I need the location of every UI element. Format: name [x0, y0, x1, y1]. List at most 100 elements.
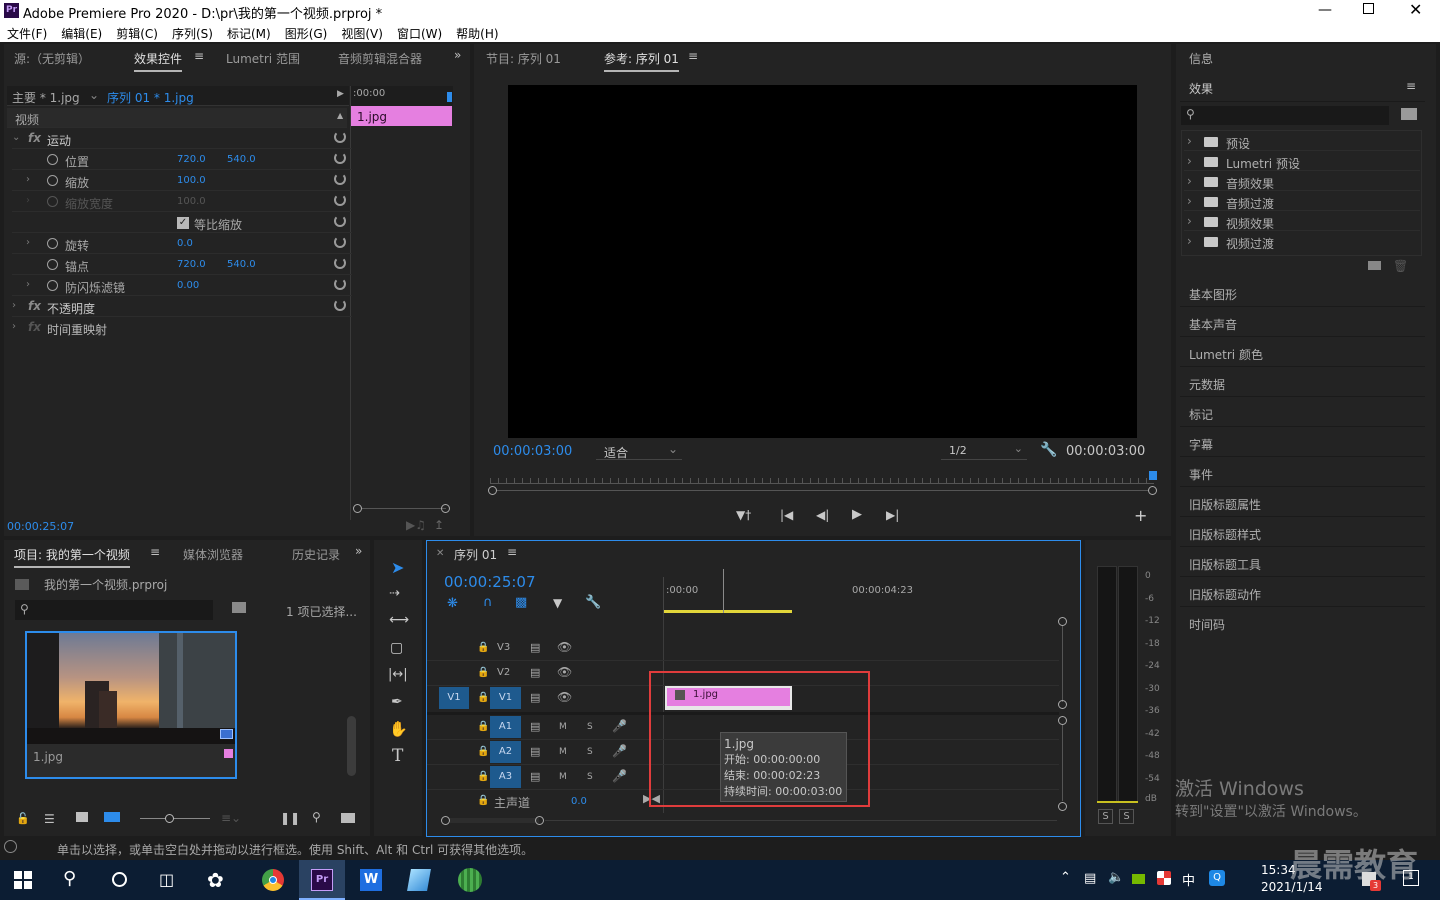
sync-lock-icon[interactable]: ▤	[530, 720, 540, 733]
master-clip-label[interactable]: 主要 * 1.jpg	[12, 89, 80, 106]
sync-lock-icon[interactable]: ▤	[530, 691, 540, 704]
label-color-chip[interactable]	[224, 749, 233, 758]
menu-markers[interactable]: 标记(M)	[220, 22, 278, 42]
slip-tool-icon[interactable]: |↔|	[388, 667, 408, 682]
sync-lock-icon[interactable]: ▤	[530, 745, 540, 758]
freeform-view-icon[interactable]	[104, 812, 120, 822]
panel-essential-graphics[interactable]: 基本图形	[1180, 279, 1425, 307]
h-scroll-bar[interactable]	[450, 818, 539, 823]
menu-view[interactable]: 视图(V)	[334, 22, 390, 42]
reset-icon[interactable]	[334, 131, 346, 143]
reset-icon[interactable]	[334, 299, 346, 311]
menu-sequence[interactable]: 序列(S)	[165, 22, 220, 42]
program-timecode-left[interactable]: 00:00:03:00	[493, 444, 572, 459]
menu-graphics[interactable]: 图形(G)	[278, 22, 335, 42]
ime-indicator[interactable]: 中	[1182, 870, 1195, 889]
zoom-slider[interactable]	[140, 818, 210, 819]
wrench-icon[interactable]: 🔧	[1040, 442, 1057, 458]
panel-legacy-title-styles[interactable]: 旧版标题样式	[1180, 519, 1425, 547]
sort-icon[interactable]: ≡⌄	[221, 811, 241, 825]
new-bin-from-search-icon[interactable]	[232, 602, 246, 613]
tab-lumetri-scopes[interactable]: Lumetri 范围	[226, 50, 300, 67]
go-to-out-icon[interactable]: ▶|	[886, 508, 899, 522]
lock-icon[interactable]: 🔒	[477, 746, 489, 757]
work-area-bar[interactable]	[664, 610, 792, 613]
sequence-clip-label[interactable]: 序列 01 * 1.jpg	[107, 89, 194, 106]
rotation-value[interactable]: 0.0	[177, 238, 193, 249]
reset-icon[interactable]	[334, 236, 346, 248]
automate-to-sequence-icon[interactable]: ❚❚	[280, 811, 300, 825]
tab-source[interactable]: 源:（无剪辑）	[14, 50, 90, 67]
volume-icon[interactable]: 🔈	[1108, 870, 1124, 885]
stopwatch-icon[interactable]	[47, 259, 58, 270]
track-select-tool-icon[interactable]: ⇢	[389, 586, 400, 601]
razor-tool-icon[interactable]: ▢	[390, 640, 403, 656]
windows-start-icon[interactable]	[14, 871, 32, 889]
solo-button[interactable]: S	[587, 772, 593, 782]
melon-app-icon[interactable]	[458, 868, 482, 892]
tab-reference[interactable]: 参考: 序列 01	[604, 50, 679, 72]
chevron-right-icon[interactable]: ›	[12, 300, 16, 311]
a-zoom-handle[interactable]	[1058, 716, 1067, 725]
lock-icon[interactable]: 🔒	[477, 667, 489, 678]
sync-lock-icon[interactable]: ▤	[530, 770, 540, 783]
mute-button[interactable]: M	[559, 772, 567, 782]
source-patch-v1[interactable]: V1	[439, 687, 469, 709]
accelerated-effects-icon[interactable]	[1401, 108, 1417, 120]
snap-magnet-icon[interactable]: ∩	[483, 595, 493, 610]
chevron-right-icon[interactable]: ›	[26, 237, 30, 248]
mute-button[interactable]: M	[559, 747, 567, 757]
new-custom-bin-icon[interactable]	[1368, 261, 1381, 270]
reset-icon[interactable]	[334, 278, 346, 290]
panel-lumetri-color[interactable]: Lumetri 颜色	[1180, 339, 1425, 367]
reset-icon[interactable]	[334, 194, 346, 206]
menu-help[interactable]: 帮助(H)	[449, 22, 505, 42]
panel-menu-icon[interactable]: ≡	[194, 49, 204, 63]
chevron-right-icon[interactable]: ›	[12, 321, 16, 332]
tree-item-audio-transitions[interactable]: › 音频过渡	[1184, 193, 1420, 211]
menu-file[interactable]: 文件(F)	[0, 22, 54, 42]
anchor-y-value[interactable]: 540.0	[227, 259, 256, 270]
wps-icon[interactable]: W	[360, 869, 382, 891]
microphone-icon[interactable]: 🎤	[612, 769, 627, 783]
scroll-up-icon[interactable]: ▲	[337, 111, 343, 120]
cortana-icon[interactable]	[112, 872, 127, 887]
menu-edit[interactable]: 编辑(E)	[54, 22, 109, 42]
track-label-v1[interactable]: V1	[490, 687, 521, 709]
panel-markers[interactable]: 标记	[1180, 399, 1425, 427]
lock-icon[interactable]: 🔒	[477, 721, 489, 732]
position-y-value[interactable]: 540.0	[227, 154, 256, 165]
panel-essential-sound[interactable]: 基本声音	[1180, 309, 1425, 337]
selection-tool-icon[interactable]: ➤	[391, 558, 404, 577]
master-volume-value[interactable]: 0.0	[571, 796, 587, 807]
h-zoom-handle[interactable]	[441, 816, 450, 825]
playhead-marker[interactable]	[447, 92, 452, 102]
zoom-handle-right[interactable]	[441, 504, 450, 513]
timeline-playhead-line[interactable]	[723, 569, 724, 613]
qq-icon[interactable]: Q	[1209, 870, 1225, 886]
find-icon[interactable]: ⚲	[312, 810, 321, 824]
type-tool-icon[interactable]: T	[392, 746, 403, 766]
v-zoom-handle[interactable]	[1058, 700, 1067, 709]
panel-legacy-title-tools[interactable]: 旧版标题工具	[1180, 549, 1425, 577]
panel-menu-icon[interactable]: ≡	[150, 545, 160, 559]
close-tab-icon[interactable]: ✕	[436, 548, 444, 559]
solo-right-button[interactable]: S	[1119, 809, 1134, 824]
close-button[interactable]: ✕	[1409, 0, 1422, 19]
lock-icon[interactable]: 🔒	[477, 692, 489, 703]
time-remap-row[interactable]: › fx 时间重映射	[12, 318, 352, 338]
add-marker-icon[interactable]: ▼†	[736, 508, 751, 522]
track-label-a1[interactable]: A1	[490, 716, 521, 738]
panel-events[interactable]: 事件	[1180, 459, 1425, 487]
task-view-icon[interactable]: ◫	[159, 870, 174, 889]
step-back-icon[interactable]: ◀|	[816, 508, 829, 522]
zoom-slider-knob[interactable]	[165, 814, 174, 823]
button-editor-plus-icon[interactable]: +	[1134, 506, 1147, 525]
stopwatch-icon[interactable]	[47, 238, 58, 249]
pen-tool-icon[interactable]: ✒	[391, 694, 403, 710]
chevron-right-icon[interactable]: ›	[26, 174, 30, 185]
icon-view-icon[interactable]	[76, 812, 88, 822]
uniform-scale-checkbox[interactable]: ✓	[177, 217, 189, 229]
solo-left-button[interactable]: S	[1098, 809, 1113, 824]
nvidia-icon[interactable]	[1132, 874, 1145, 884]
